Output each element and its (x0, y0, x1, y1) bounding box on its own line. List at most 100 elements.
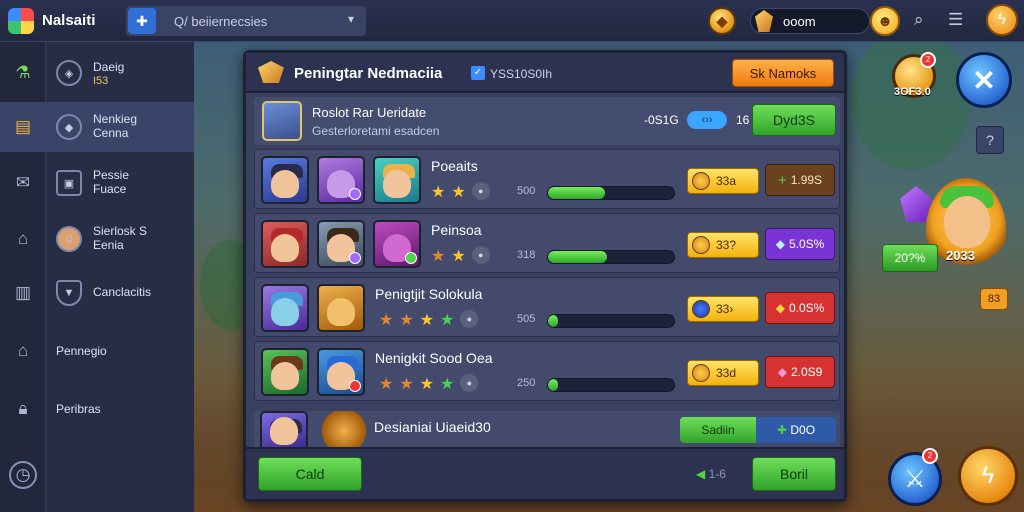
hero-pin-badge[interactable]: 83 (980, 288, 1008, 310)
reward-pill[interactable]: ◆ 0.0S% (765, 292, 835, 324)
reward-pill[interactable]: ◆ 2.0S9 (765, 356, 835, 388)
pill-value: 33d (716, 366, 737, 380)
sidebar-item-6[interactable]: 🔒︎ Peribras (0, 384, 194, 434)
plus-icon: ✚ (776, 423, 788, 437)
sidebar-item-label: Nenkieg (93, 112, 138, 126)
star-icon: ★ (451, 184, 466, 201)
page-indicator-text: 1-6 (708, 467, 726, 481)
sidebar-item-label: Peribras (56, 402, 101, 416)
left-footer-button[interactable]: Cald (258, 457, 362, 491)
list-item[interactable]: Peinsoa ★ ★ ● 318 33? ◆ 5.0S% (254, 213, 840, 273)
sidebar-item-0[interactable]: ⚗ ◈ Daeig I53 (0, 48, 194, 98)
pill-left-label[interactable]: Sadiin (680, 417, 756, 443)
chevron-down-icon[interactable]: ▾ (348, 12, 354, 26)
gold-coin-icon[interactable]: ◆ (708, 7, 736, 35)
plus-icon: + (777, 171, 787, 189)
list-item[interactable]: Penigtjit Solokula ★ ★ ★ ★ ● 505 33› ◆ 0… (254, 277, 840, 337)
level-circle: ● (460, 310, 479, 328)
currency-pill[interactable]: 33d (687, 360, 759, 386)
progress-fill (548, 315, 559, 327)
app-logo[interactable]: Nalsaiti (0, 7, 120, 34)
lightning-icon[interactable]: ϟ (986, 4, 1018, 36)
list-item[interactable]: Desianiai Uiaeid30 Sadiin ✚ D0O (254, 411, 840, 451)
split-action-pill[interactable]: Sadiin ✚ D0O (680, 417, 836, 443)
currency-value: ooom (783, 13, 816, 29)
hero-card[interactable] (373, 156, 421, 204)
reward-value: 1.99S (790, 173, 823, 187)
sidebar-item-1[interactable]: ▤ ◆ Nenkieg Cenna (0, 102, 194, 152)
currency-display: ooom (750, 8, 870, 34)
top-bar: Nalsaiti ✚ Q/ beiiernecsies ▾ ◆ ooom ☻ ⌕… (0, 0, 1024, 42)
shield-icon: ▼ (56, 280, 82, 306)
star-rating: ★ ★ ★ ★ ● (379, 374, 479, 394)
header-subtitle: Gesterloretami esadcen (312, 124, 440, 138)
currency-pill[interactable]: 33? (687, 232, 759, 258)
hero-card[interactable] (317, 220, 365, 268)
level-circle: ● (460, 374, 479, 392)
list-item[interactable]: Nenigkit Sood Oea ★ ★ ★ ★ ● 250 33d ◆ 2.… (254, 341, 840, 401)
currency-pill[interactable]: 33› (687, 296, 759, 322)
header-row[interactable]: Roslot Rar Ueridate Gesterloretami esadc… (254, 97, 840, 145)
sidebar-item-text: Pessie Fuace (93, 168, 129, 196)
small-box-button[interactable]: ? (976, 126, 1004, 154)
pill-right-label[interactable]: ✚ D0O (756, 417, 836, 443)
pill-value: 33? (716, 238, 737, 252)
hero-card[interactable] (261, 220, 309, 268)
hero-card[interactable] (317, 284, 365, 332)
hero-card[interactable] (260, 411, 308, 451)
reward-pill[interactable]: + 1.99S (765, 164, 835, 196)
right-footer-button[interactable]: Boril (752, 457, 836, 491)
main-panel: Peningtar Nedmaciia ✓ YSS10S0Ih Sk Namok… (243, 50, 847, 502)
reward-value: 3OF3.0 (894, 86, 931, 98)
close-icon[interactable]: ✕ (956, 52, 1012, 108)
reward-pill[interactable]: ◆ 5.0S% (765, 228, 835, 260)
notification-badge: 2 (922, 448, 938, 464)
hero-card[interactable] (261, 156, 309, 204)
sidebar-item-5[interactable]: ⌂ Pennegio (0, 326, 194, 376)
menu-icon[interactable]: ☰ (948, 10, 963, 30)
sidebar-item-label: Sierlosk S (93, 224, 148, 238)
puzzle-icon[interactable]: ✚ (128, 8, 156, 34)
hero-card[interactable] (261, 348, 309, 396)
hero-card[interactable] (317, 348, 365, 396)
star-icon: ★ (379, 376, 394, 393)
currency-pill[interactable]: 33a (687, 168, 759, 194)
clock-icon: ◷ (9, 461, 37, 489)
face-shape (270, 417, 298, 445)
progress-bar (547, 250, 675, 264)
sidebar-circle-icon: ◆ (56, 114, 82, 140)
face-shape (327, 298, 355, 326)
lock-icon: 🔒︎ (18, 399, 28, 418)
bus-icon: ▥ (14, 283, 32, 302)
mail-icon: ✉ (15, 173, 31, 192)
star-rating: ★ ★ ★ ★ ● (379, 310, 479, 330)
pill-value: 33› (716, 302, 734, 316)
gem-icon: ◆ (777, 365, 787, 379)
orange-action-button[interactable]: Sk Namoks (732, 59, 834, 87)
search-icon[interactable]: ⌕ (914, 10, 924, 30)
search-bar[interactable]: ✚ Q/ beiiernecsies ▾ (126, 6, 366, 36)
avatar (262, 101, 302, 141)
sidebar-item-3[interactable]: ⌂ ☺ Sierlosk S Eenia (0, 214, 194, 264)
hero-portrait (944, 196, 990, 248)
star-icon: ★ (440, 376, 455, 393)
star-icon: ★ (379, 312, 394, 329)
header-number: 16 (736, 113, 750, 127)
blue-pill[interactable]: ‹›› (687, 111, 727, 129)
avatar: ☺ (56, 226, 82, 252)
hero-card[interactable] (317, 156, 365, 204)
sidebar-item-4[interactable]: ▥ ▼ Canclacitis (0, 268, 194, 318)
sidebar-item-7[interactable]: ◷ (0, 450, 194, 500)
emoji-icon[interactable]: ☻ (870, 6, 900, 36)
sidebar-item-2[interactable]: ✉ ▣ Pessie Fuace (0, 158, 194, 208)
face-shape (271, 170, 299, 198)
header-green-button[interactable]: Dyd3S (752, 104, 836, 136)
badge-dot (349, 380, 361, 392)
lightning-icon[interactable]: ϟ (958, 446, 1018, 506)
hero-card[interactable] (261, 284, 309, 332)
list-item[interactable]: Poeaits ★ ★ ● 500 33a + 1.99S (254, 149, 840, 209)
scene-tree-right (850, 30, 970, 170)
gem-icon: ◆ (775, 301, 785, 315)
hero-card[interactable] (373, 220, 421, 268)
row-title: Poeaits (431, 158, 478, 174)
